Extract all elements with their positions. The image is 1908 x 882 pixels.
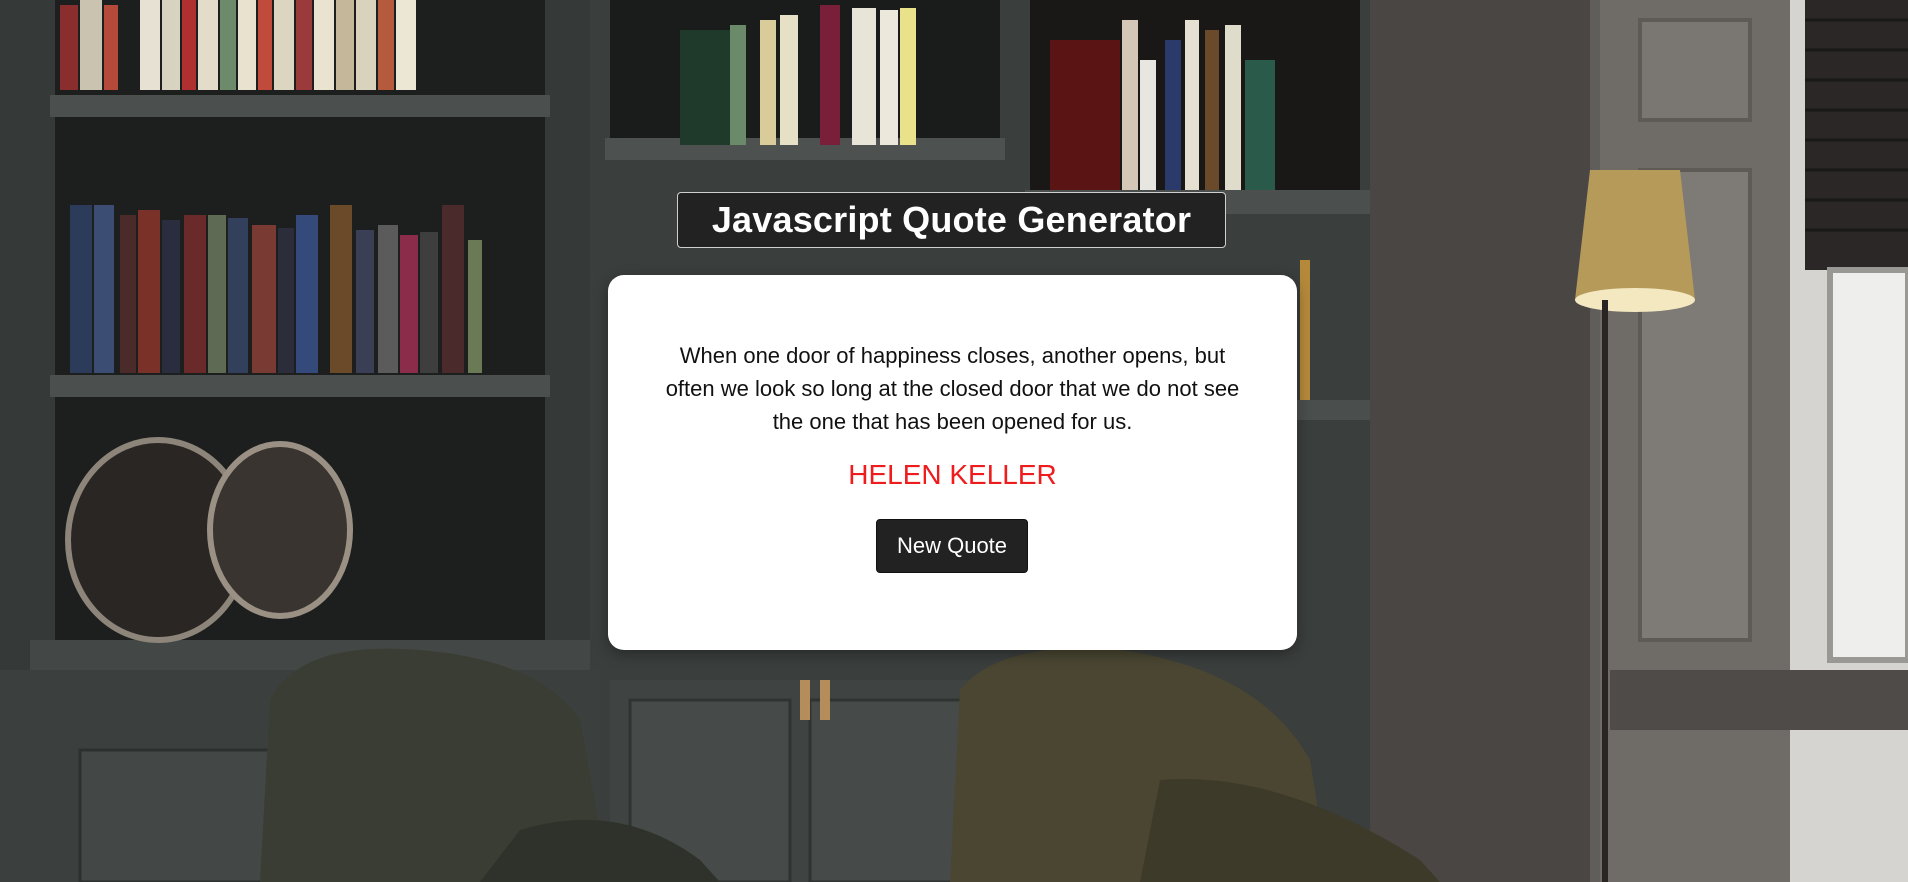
page-title: Javascript Quote Generator	[711, 199, 1192, 240]
quote-author: HELEN KELLER	[848, 459, 1057, 490]
quote-card: When one door of happiness closes, anoth…	[608, 275, 1297, 650]
quote-text: When one door of happiness closes, anoth…	[665, 343, 1240, 434]
new-quote-button[interactable]: New Quote	[876, 519, 1028, 573]
page-title-box: Javascript Quote Generator	[677, 192, 1226, 248]
